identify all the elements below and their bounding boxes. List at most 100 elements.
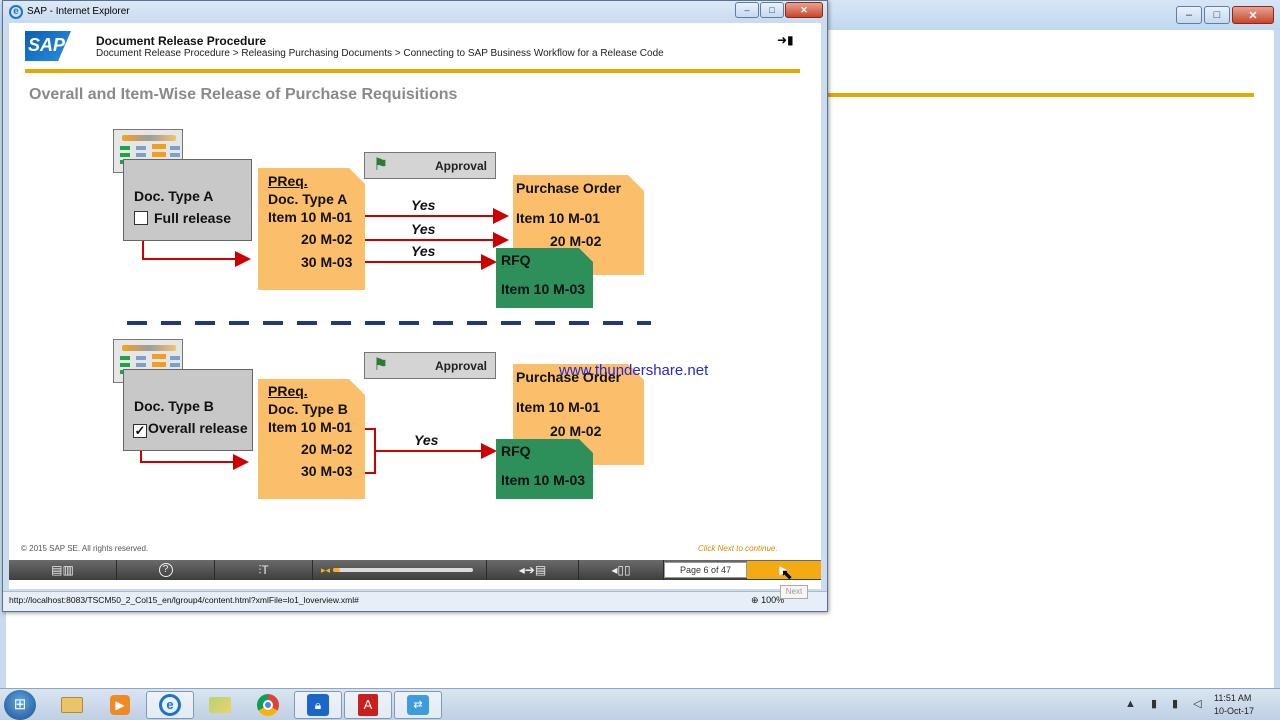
close-button[interactable]: ✕ (785, 2, 823, 18)
background-minimize-button[interactable]: – (1176, 6, 1202, 24)
preq-doc-type: Doc. Type B (268, 401, 348, 417)
back-icon: ◂▯▯ (611, 563, 631, 577)
full-release-option: Full release (134, 210, 231, 226)
rfq-title: RFQ (501, 443, 531, 459)
doc-type-b-box: Doc. Type B ✓ Overall release (123, 369, 253, 451)
folder-icon (61, 697, 83, 713)
full-release-checkbox (134, 211, 148, 225)
approval-label: Approval (434, 159, 487, 173)
background-gold-rule (826, 93, 1254, 97)
preq-title: PReq. (268, 173, 308, 189)
rfq-item: Item 10 M-03 (501, 472, 586, 488)
player-toolbar: ▤▥ ? ⫶T ▸◂ ◂➔▤ ◂▯▯ Page 6 of 47 ▶ (9, 560, 821, 580)
help-icon: ? (158, 563, 173, 577)
preq-item-30: 30 M-03 (301, 463, 353, 479)
click-next-hint: Click Next to continue. (698, 544, 778, 553)
help-button[interactable]: ? (117, 560, 215, 580)
maximize-button[interactable]: □ (760, 2, 784, 18)
popup-titlebar[interactable]: e SAP - Internet Explorer – □ ✕ (3, 1, 827, 23)
mouse-cursor-icon: ⬉ (781, 566, 793, 582)
rfq-a: RFQ Item 10 M-03 (496, 248, 593, 308)
doc-type-b-label: Doc. Type B (134, 398, 214, 414)
course-content: SAP Document Release Procedure Document … (9, 23, 821, 589)
clock-date[interactable]: 10-Oct-17 (1214, 706, 1254, 716)
system-tray-icons[interactable]: ▲ ▮ ▮ ◁ (1125, 697, 1208, 710)
rfq-item: Item 10 M-03 (501, 281, 586, 297)
clock-time[interactable]: 11:51 AM (1214, 693, 1251, 703)
lock-icon: 🔒︎ (307, 694, 329, 716)
next-tooltip: Next (780, 585, 808, 599)
doc-type-a-box: Doc. Type A Full release (123, 159, 252, 241)
toc-button[interactable]: ▤▥ (9, 560, 117, 580)
taskbar: ⊞ ▶ e 🔒︎ A ⇄ ▲ ▮ ▮ ◁ 11:51 AM 10-Oct-17 (0, 688, 1280, 720)
preq-item-10: Item 10 M-01 (268, 419, 353, 435)
audio-icon: ◂➔▤ (518, 563, 547, 577)
progress-fill (333, 568, 340, 572)
preq-item-30: 30 M-03 (301, 254, 353, 270)
approval-box-bottom: ⚑ Approval (364, 352, 496, 379)
pdf-reader-taskbar-button[interactable]: A (344, 691, 392, 719)
file-explorer-taskbar-button[interactable] (48, 691, 96, 719)
po-item-20: 20 M-02 (550, 423, 602, 439)
preq-item-20: 20 M-02 (301, 441, 353, 457)
doc-type-a-label: Doc. Type A (134, 188, 214, 204)
ie-taskbar-icon: e (159, 694, 181, 716)
audio-transcript-button[interactable]: ◂➔▤ (487, 560, 579, 580)
status-url: http://localhost:8083/TSCM50_2_Col15_en/… (9, 595, 359, 605)
background-maximize-button[interactable]: □ (1204, 6, 1230, 24)
course-popup-window: e SAP - Internet Explorer – □ ✕ SAP Docu… (2, 0, 828, 612)
overall-release-option: ✓ Overall release (133, 420, 248, 438)
po-item-10: Item 10 M-01 (516, 399, 601, 415)
background-caption-buttons: – □ ✕ (1176, 6, 1274, 24)
yes-label-1: Yes (411, 197, 436, 213)
network-taskbar-button[interactable]: ⇄ (394, 691, 442, 719)
po-item-10: Item 10 M-01 (516, 210, 601, 226)
tools-icon: ⫶T (258, 562, 269, 577)
preq-item-20: 20 M-02 (301, 231, 353, 247)
po-item-20: 20 M-02 (550, 233, 602, 249)
popup-title: SAP - Internet Explorer (27, 6, 130, 17)
preq-item-10: Item 10 M-01 (268, 209, 353, 225)
overall-release-checkbox: ✓ (133, 423, 147, 438)
back-button[interactable]: ◂▯▯ (579, 560, 664, 580)
media-player-icon: ▶ (110, 695, 130, 715)
yes-label: Yes (414, 432, 439, 448)
toc-icon: ▤▥ (51, 563, 74, 577)
tools-button[interactable]: ⫶T (215, 560, 313, 580)
rfq-b: RFQ Item 10 M-03 (496, 439, 593, 499)
bottom-release-arrow (140, 451, 249, 470)
purchase-requisition-b: PReq. Doc. Type B Item 10 M-01 20 M-02 3… (258, 379, 365, 499)
approval-box-top: ⚑ Approval (364, 152, 496, 179)
yes-label-3: Yes (411, 243, 436, 259)
preq-doc-type: Doc. Type A (268, 191, 348, 207)
rfq-title: RFQ (501, 252, 531, 268)
po-title: Purchase Order (516, 180, 622, 196)
yes-label-2: Yes (411, 221, 436, 237)
approval-label: Approval (434, 359, 487, 373)
background-frame-right (1274, 30, 1280, 688)
explorer-taskbar-button[interactable] (196, 691, 244, 719)
minimize-button[interactable]: – (735, 2, 759, 18)
ie-icon: e (9, 5, 23, 19)
full-release-label: Full release (154, 210, 232, 226)
folders-icon (209, 697, 231, 713)
diagram-connectors (127, 208, 651, 474)
page-counter: Page 6 of 47 (664, 562, 747, 578)
progress-track[interactable] (333, 568, 473, 572)
top-release-arrow (142, 240, 251, 267)
media-player-taskbar-button[interactable]: ▶ (96, 691, 144, 719)
status-bar: http://localhost:8083/TSCM50_2_Col15_en/… (3, 591, 827, 611)
security-taskbar-button[interactable]: 🔒︎ (294, 691, 342, 719)
popup-caption-buttons: – □ ✕ (735, 2, 823, 18)
pdf-icon: A (358, 694, 378, 716)
overall-release-label: Overall release (148, 420, 248, 436)
chrome-taskbar-button[interactable] (244, 691, 292, 719)
approval-flag-icon: ⚑ (373, 155, 389, 174)
start-button[interactable]: ⊞ (4, 690, 36, 720)
internet-explorer-taskbar-button[interactable]: e (146, 691, 194, 719)
rewind-icon: ▸◂ (321, 564, 331, 575)
background-close-button[interactable]: ✕ (1232, 6, 1274, 24)
purchase-requisition-a: PReq. Doc. Type A Item 10 M-01 20 M-02 3… (258, 168, 365, 290)
copyright: © 2015 SAP SE. All rights reserved. (21, 544, 149, 553)
network-icon: ⇄ (407, 695, 429, 715)
